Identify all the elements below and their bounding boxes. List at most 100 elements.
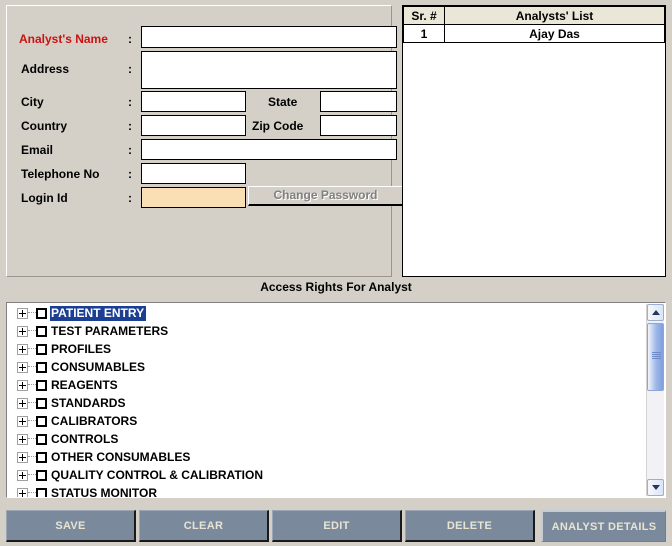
telephone-input[interactable] — [141, 163, 246, 184]
access-rights-tree[interactable]: PATIENT ENTRY TEST PARAMETERS PROFILES CONS… — [7, 304, 647, 498]
expand-plus-icon[interactable] — [17, 379, 28, 391]
tree-item-label: OTHER CONSUMABLES — [51, 449, 191, 464]
country-colon: : — [128, 119, 132, 133]
email-input[interactable] — [141, 139, 397, 160]
tree-item-checkbox[interactable] — [36, 487, 47, 497]
login-id-colon: : — [128, 191, 132, 205]
tree-item-checkbox[interactable] — [36, 325, 47, 337]
country-label: Country — [21, 119, 67, 133]
scrollbar-grip-icon — [652, 352, 661, 359]
tree-connector-line — [28, 456, 36, 458]
expand-plus-icon[interactable] — [17, 433, 28, 445]
analyst-details-button[interactable]: ANALYST DETAILS — [541, 510, 666, 542]
tree-connector-line — [28, 312, 36, 314]
tree-item-checkbox[interactable] — [36, 307, 47, 319]
tree-connector-line — [28, 402, 36, 404]
tree-item-label: CALIBRATORS — [51, 413, 138, 428]
tree-item-checkbox[interactable] — [36, 379, 47, 391]
expand-plus-icon[interactable] — [17, 415, 28, 427]
expand-plus-icon[interactable] — [17, 361, 28, 373]
save-button[interactable]: SAVE — [6, 510, 136, 542]
state-input[interactable] — [320, 91, 397, 112]
tree-item[interactable]: CONTROLS — [7, 430, 647, 448]
cell-analyst-name: Ajay Das — [444, 24, 665, 43]
analyst-details-form: Analyst's Name : Address : City : State … — [6, 5, 404, 277]
state-label: State — [268, 95, 298, 109]
tree-connector-line — [28, 420, 36, 422]
tree-item-checkbox[interactable] — [36, 361, 47, 373]
tree-item-label: STANDARDS — [51, 395, 126, 410]
tree-item[interactable]: TEST PARAMETERS — [7, 322, 647, 340]
tree-item-label: TEST PARAMETERS — [51, 323, 169, 338]
expand-plus-icon[interactable] — [17, 487, 28, 497]
expand-plus-icon[interactable] — [17, 451, 28, 463]
tree-item[interactable]: CONSUMABLES — [7, 358, 647, 376]
tree-item[interactable]: OTHER CONSUMABLES — [7, 448, 647, 466]
analyst-details-window: Analyst's Name : Address : City : State … — [0, 0, 672, 546]
login-id-label: Login Id — [21, 191, 68, 205]
column-header-name: Analysts' List — [444, 6, 665, 25]
clear-button[interactable]: CLEAR — [139, 510, 269, 542]
tree-connector-line — [28, 474, 36, 476]
delete-button[interactable]: DELETE — [405, 510, 535, 542]
expand-plus-icon[interactable] — [17, 325, 28, 337]
expand-plus-icon[interactable] — [17, 343, 28, 355]
telephone-colon: : — [128, 167, 132, 181]
telephone-label: Telephone No — [21, 167, 100, 181]
city-input[interactable] — [141, 91, 246, 112]
scroll-up-button[interactable] — [647, 304, 664, 321]
cell-sr: 1 — [403, 24, 445, 43]
expand-plus-icon[interactable] — [17, 469, 28, 481]
tree-connector-line — [28, 384, 36, 386]
edit-button[interactable]: EDIT — [272, 510, 402, 542]
tree-item-checkbox[interactable] — [36, 451, 47, 463]
zip-code-input[interactable] — [320, 115, 397, 136]
tree-item[interactable]: PATIENT ENTRY — [7, 304, 647, 322]
address-input[interactable] — [141, 51, 397, 89]
expand-plus-icon[interactable] — [17, 307, 28, 319]
analyst-name-colon: : — [128, 32, 132, 46]
access-rights-tree-panel: PATIENT ENTRY TEST PARAMETERS PROFILES CONS… — [6, 302, 666, 498]
tree-scrollbar-thumb[interactable] — [647, 323, 664, 391]
expand-plus-icon[interactable] — [17, 397, 28, 409]
city-label: City — [21, 95, 44, 109]
tree-item[interactable]: STANDARDS — [7, 394, 647, 412]
access-rights-caption: Access Rights For Analyst — [260, 280, 412, 294]
tree-item[interactable]: REAGENTS — [7, 376, 647, 394]
tree-item[interactable]: QUALITY CONTROL & CALIBRATION — [7, 466, 647, 484]
tree-scrollbar[interactable] — [646, 304, 664, 496]
tree-connector-line — [28, 348, 36, 350]
table-header-row: Sr. # Analysts' List — [403, 6, 665, 25]
table-row[interactable]: 1 Ajay Das — [403, 24, 665, 43]
email-colon: : — [128, 143, 132, 157]
scroll-down-button[interactable] — [647, 479, 664, 496]
analysts-list-panel[interactable]: Sr. # Analysts' List 1 Ajay Das — [402, 5, 666, 277]
country-input[interactable] — [141, 115, 246, 136]
tree-item-label: STATUS MONITOR — [51, 485, 157, 498]
tree-connector-line — [28, 492, 36, 494]
analyst-name-input[interactable] — [141, 26, 397, 48]
tree-item-label: CONSUMABLES — [51, 359, 146, 374]
tree-item-label: QUALITY CONTROL & CALIBRATION — [51, 467, 263, 482]
analysts-list-table: Sr. # Analysts' List 1 Ajay Das — [403, 6, 665, 43]
tree-item-checkbox[interactable] — [36, 433, 47, 445]
city-colon: : — [128, 95, 132, 109]
tree-connector-line — [28, 330, 36, 332]
action-toolbar: SAVE CLEAR EDIT DELETE ANALYST DETAILS — [0, 506, 672, 546]
column-header-sr: Sr. # — [403, 6, 445, 25]
tree-item[interactable]: CALIBRATORS — [7, 412, 647, 430]
tree-item-checkbox[interactable] — [36, 397, 47, 409]
analyst-name-label: Analyst's Name — [19, 32, 108, 46]
change-password-button[interactable]: Change Password — [248, 186, 404, 206]
tree-item-label: REAGENTS — [51, 377, 118, 392]
zip-code-label: Zip Code — [252, 119, 304, 133]
tree-item[interactable]: PROFILES — [7, 340, 647, 358]
tree-item[interactable]: STATUS MONITOR — [7, 484, 647, 498]
login-id-input[interactable] — [141, 187, 246, 208]
tree-item-checkbox[interactable] — [36, 415, 47, 427]
tree-item-checkbox[interactable] — [36, 343, 47, 355]
tree-item-checkbox[interactable] — [36, 469, 47, 481]
address-label: Address — [21, 62, 70, 76]
chevron-up-icon — [652, 310, 660, 315]
tree-item-label: CONTROLS — [51, 431, 119, 446]
